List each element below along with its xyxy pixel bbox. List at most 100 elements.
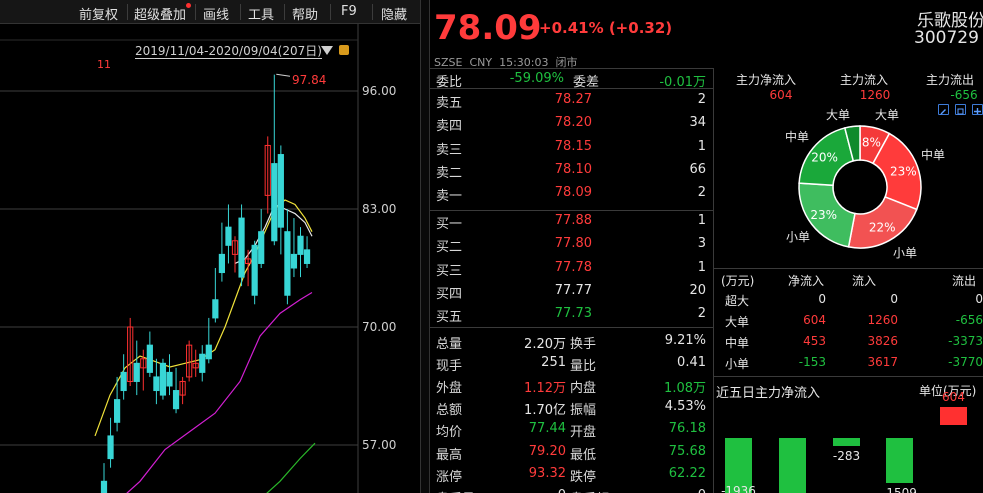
candle-body [114,399,121,423]
sell-price: 78.15 [554,138,592,154]
max-marker-pointer [276,73,291,77]
flow-table-row: 中单 453 3826 -3373 [0,334,983,354]
max-price-marker: 97.84 [292,73,327,87]
flow-row-net: 604 [803,313,826,327]
sell-row[interactable]: 卖一 78.09 2 [430,183,713,206]
sell-volume: 66 [689,161,706,177]
stat-label: 总额 [436,403,463,419]
buy-price: 77.88 [554,213,592,228]
stat-label: 涨停 [436,469,463,485]
sell-price: 78.27 [554,92,592,107]
flow-row-name: 中单 [725,336,750,350]
stat-value: 4.53% [664,399,706,415]
price-change: +0.41% (+0.32) [539,19,673,37]
stat-value: 75.68 [668,443,706,459]
flow-header-in: 主力流入 [840,73,889,87]
five-day-bar [886,438,913,483]
stat-value: 0 [630,488,706,493]
candle-body [258,231,265,264]
flow-row-in: 0 [890,292,898,306]
buy-row[interactable]: 买一 77.88 1 [430,211,713,234]
stat-value: 77.44 [528,421,566,437]
toolbar-hide[interactable]: 隐藏 [381,4,407,23]
flow-row-net: -153 [798,355,826,369]
sell-label: 卖三 [436,142,463,158]
sell-price: 78.09 [554,185,592,201]
flow-row-out: -3770 [948,355,983,369]
stat-value: 0 [486,488,566,493]
donut-slice-label: 23% [810,208,837,222]
stat-value: 1.08万 [664,381,706,397]
flow-row-net: 453 [803,334,826,348]
flow-table-header: (万元) 净流入 流入 流出 [0,272,983,290]
lock-icon[interactable] [339,45,349,55]
five-day-bar [940,407,967,425]
flow-row-in: 3826 [867,334,898,348]
five-day-bar [833,438,860,447]
stats-row: 外盘 1.12万 内盘 1.08万 [430,375,713,397]
stats-row: 涨停 93.32 跌停 62.22 [430,464,713,486]
stats-row: 均价 77.44 开盘 76.18 [430,419,713,441]
toolbar-draw-line[interactable]: 画线 [203,4,229,23]
donut-outer-label: 大单 [875,108,900,122]
sell-row[interactable]: 卖三 78.15 1 [430,137,713,160]
flow-table-header-cell: 流入 [852,274,877,288]
sell-volume: 1 [697,138,706,154]
date-range-label: 2019/11/04-2020/09/04(207日) [135,44,322,59]
stat-label: 外盘 [436,381,463,397]
five-day-bar [779,438,806,493]
stat-value: 79.20 [528,443,566,459]
sell-row[interactable]: 卖二 78.10 66 [430,160,713,183]
sell-volume: 2 [697,185,706,201]
stat-label: 振幅 [570,403,597,419]
stat-value: 1.12万 [524,381,566,397]
candle-body [297,235,304,255]
stat-value: 62.22 [668,465,706,481]
toolbar-super-overlay[interactable]: 超级叠加 [134,4,186,23]
price-axis-label: 83.00 [362,202,397,216]
candle-body [303,249,311,264]
toolbar-restore-rights[interactable]: 前复权 [79,4,118,23]
five-day-bar-label: -283 [832,449,861,464]
toolbar-f9[interactable]: F9 [341,4,357,19]
sell-row[interactable]: 卖四 78.20 34 [430,113,713,136]
toolbar-help[interactable]: 帮助 [292,4,318,23]
range-dropdown-icon[interactable] [321,46,333,55]
price-axis-label: 96.00 [362,84,397,98]
stat-label: 最低 [570,447,597,463]
flow-row-out: 0 [975,292,983,306]
flow-header-out: 主力流出 [926,73,975,87]
five-day-bar-label: -1509 [882,485,917,493]
flow-header-net: 主力净流入 [736,73,797,87]
sell-price: 78.10 [554,161,592,177]
stat-value: 93.32 [528,465,566,481]
buy-row[interactable]: 买二 77.80 3 [430,234,713,257]
donut-outer-label: 中单 [785,130,810,144]
flow-row-out: -656 [955,313,983,327]
donut-slice-label: 8% [862,135,881,149]
sell-label: 卖五 [436,96,463,111]
sell-price: 78.20 [554,115,592,131]
sell-volume: 2 [697,92,706,107]
sell-label: 卖二 [436,165,463,181]
sell-row[interactable]: 卖五 78.27 2 [430,90,713,113]
flow-table-row: 超大 0 0 0 [0,292,983,312]
candle-body [290,253,298,269]
last-price: 78.09 [434,8,542,48]
donut-outer-label: 大单 [826,108,851,122]
candle-body [277,154,284,228]
flow-row-in: 3617 [867,355,898,369]
flow-table-row: 大单 604 1260 -656 [0,313,983,333]
candle-body [238,217,245,278]
candlestick-chart[interactable] [0,24,420,493]
toolbar-tools[interactable]: 工具 [248,4,274,23]
five-day-bar-label: 604 [942,390,965,405]
stat-label: 最高 [436,447,463,463]
candle-body [218,253,226,274]
buy-volume: 3 [697,236,706,252]
flow-table-header-cell: 流出 [952,274,977,288]
stats-row: 最高 79.20 最低 75.68 [430,442,713,464]
candle-body [271,163,278,242]
candle-body [153,376,160,392]
stat-label: 内盘 [570,381,597,397]
